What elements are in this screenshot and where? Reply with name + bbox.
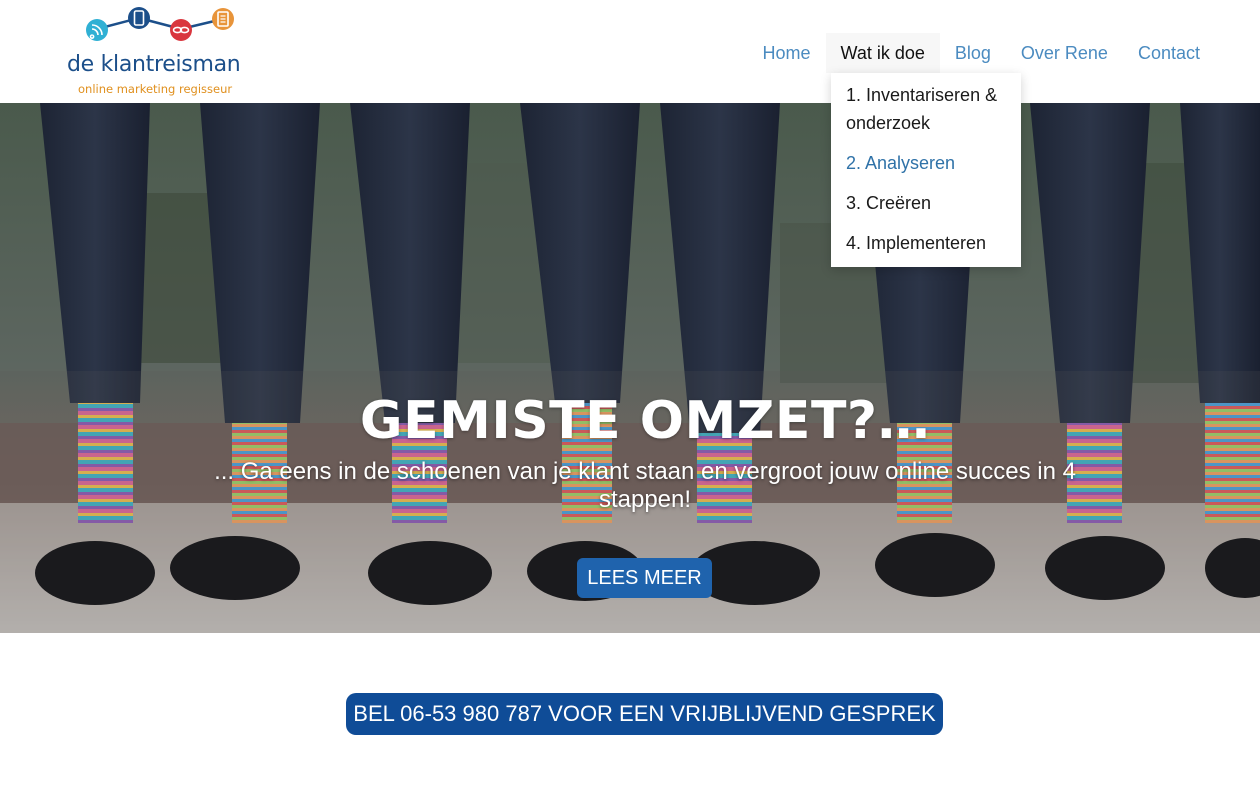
hero-title: GEMISTE OMZET?… bbox=[359, 391, 931, 451]
rss-icon bbox=[86, 19, 108, 41]
hero-banner: GEMISTE OMZET?… ... Ga eens in de schoen… bbox=[0, 103, 1260, 633]
logo-icons bbox=[86, 7, 234, 41]
document-icon bbox=[212, 8, 234, 30]
nav-item-over-rene[interactable]: Over Rene bbox=[1006, 33, 1123, 73]
logo-name: de klantreisman bbox=[67, 52, 241, 77]
nav-item-wat-ik-doe[interactable]: Wat ik doe bbox=[825, 33, 940, 73]
dropdown-item-creeren[interactable]: 3. Creëren bbox=[831, 187, 1021, 227]
logo-tagline: online marketing regisseur bbox=[78, 82, 233, 96]
nav-item-blog[interactable]: Blog bbox=[940, 33, 1006, 73]
dropdown-item-implementeren[interactable]: 4. Implementeren bbox=[831, 227, 1021, 267]
dropdown-item-analyseren[interactable]: 2. Analyseren bbox=[831, 147, 1021, 187]
site-header: de klantreisman online marketing regisse… bbox=[0, 0, 1260, 103]
logo[interactable]: de klantreisman online marketing regisse… bbox=[66, 6, 266, 98]
nav-dropdown-menu: 1. Inventariseren & onderzoek 2. Analyse… bbox=[831, 73, 1021, 267]
dropdown-item-inventariseren[interactable]: 1. Inventariseren & onderzoek bbox=[831, 79, 1021, 147]
mobile-icon bbox=[128, 7, 150, 29]
link-icon bbox=[170, 19, 192, 41]
hero-subtitle: ... Ga eens in de schoenen van je klant … bbox=[214, 458, 1076, 513]
nav-item-contact[interactable]: Contact bbox=[1123, 33, 1215, 73]
call-to-action-button[interactable]: BEL 06-53 980 787 VOOR EEN VRIJBLIJVEND … bbox=[346, 693, 943, 735]
lees-meer-button[interactable]: LEES MEER bbox=[577, 558, 712, 598]
nav-item-home[interactable]: Home bbox=[747, 33, 825, 73]
main-nav: Home Wat ik doe Blog Over Rene Contact bbox=[747, 33, 1215, 73]
